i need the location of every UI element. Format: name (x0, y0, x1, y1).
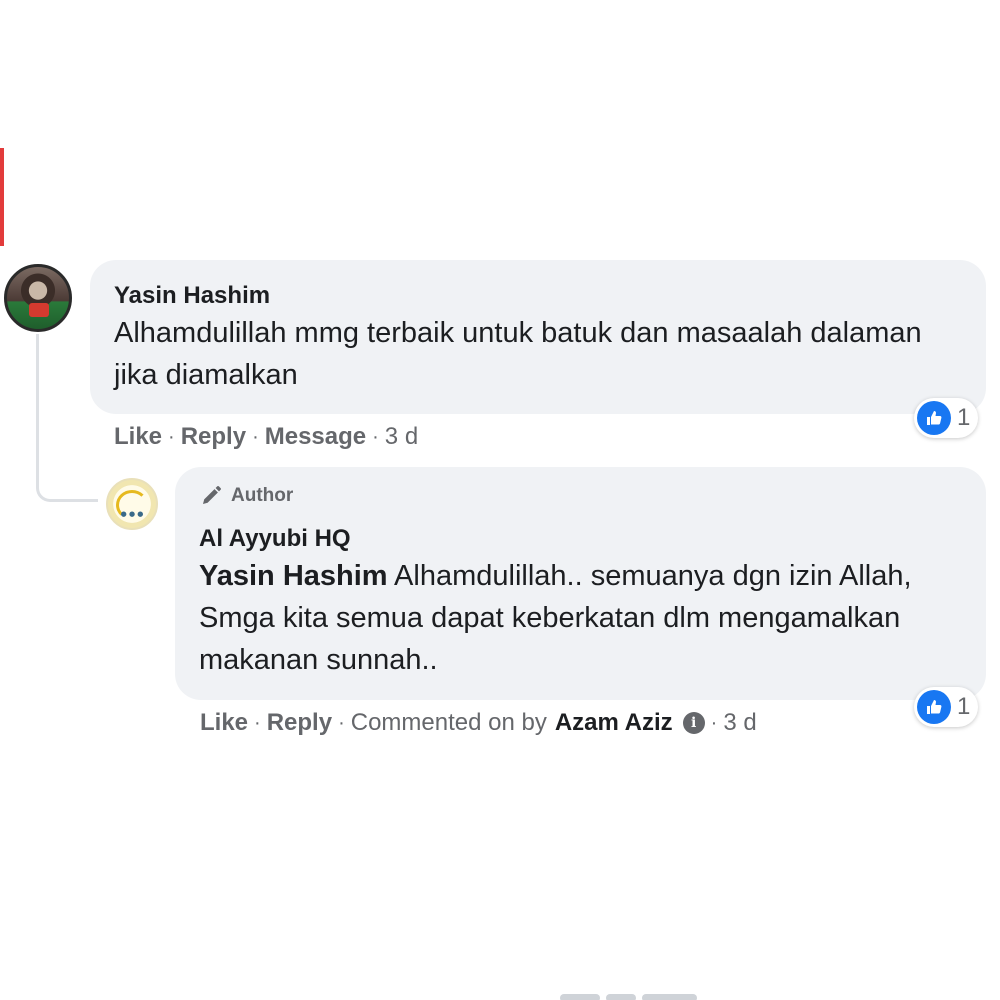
author-badge: Author (199, 483, 962, 509)
pencil-icon (199, 484, 223, 508)
fragment-bar (642, 994, 697, 1000)
comment-timestamp[interactable]: 3 d (385, 422, 418, 452)
comment-reaction-count[interactable]: 1 (914, 398, 979, 438)
mention-link[interactable]: Yasin Hashim (199, 560, 388, 592)
like-icon (917, 690, 951, 724)
separator: · (252, 426, 259, 448)
edge-mark (0, 148, 4, 246)
reply-button[interactable]: Reply (181, 422, 246, 452)
reply-reaction-count[interactable]: 1 (914, 687, 979, 727)
reply-actions: Like · Reply · Commented on by Azam Aziz… (200, 708, 757, 738)
avatar-yasin-hashim[interactable] (4, 264, 72, 332)
separator: · (338, 712, 345, 734)
separator: · (372, 426, 379, 448)
commented-by-name[interactable]: Azam Aziz (555, 708, 673, 738)
fragment-bar (560, 994, 600, 1000)
commented-on-by-label: Commented on by (350, 709, 547, 736)
separator: · (254, 712, 261, 734)
comment-actions: Like · Reply · Message · 3 d (114, 422, 418, 452)
avatar-badge (29, 303, 49, 317)
reply-bubble: Author Al Ayyubi HQ Yasin Hashim Alhamdu… (175, 467, 986, 700)
reply-button[interactable]: Reply (267, 708, 332, 738)
cropped-content-fragment (560, 986, 730, 1000)
fragment-bar (606, 994, 636, 1000)
logo-mark: ● ● ● (120, 510, 144, 518)
thread-connector (36, 334, 98, 502)
reply-author[interactable]: Al Ayyubi HQ (199, 523, 962, 555)
reply-timestamp[interactable]: 3 d (723, 708, 756, 738)
comment-bubble: Yasin Hashim Alhamdulillah mmg terbaik u… (90, 260, 986, 414)
message-button[interactable]: Message (265, 422, 366, 452)
reaction-count: 1 (957, 693, 971, 720)
info-icon[interactable]: i (682, 712, 705, 734)
avatar-al-ayyubi-hq[interactable]: ● ● ● (106, 478, 158, 530)
like-icon (917, 401, 951, 435)
separator: · (710, 712, 718, 734)
comment-thread: Yasin Hashim Alhamdulillah mmg terbaik u… (0, 0, 1000, 1000)
separator: · (168, 426, 175, 448)
comment-text: Alhamdulillah mmg terbaik untuk batuk da… (114, 317, 922, 391)
author-badge-label: Author (231, 485, 294, 506)
like-button[interactable]: Like (114, 422, 162, 452)
like-button[interactable]: Like (200, 708, 248, 738)
reply-text: Yasin Hashim Alhamdulillah.. semuanya dg… (199, 555, 962, 681)
comment-author[interactable]: Yasin Hashim (114, 280, 962, 312)
reaction-count: 1 (957, 404, 971, 431)
